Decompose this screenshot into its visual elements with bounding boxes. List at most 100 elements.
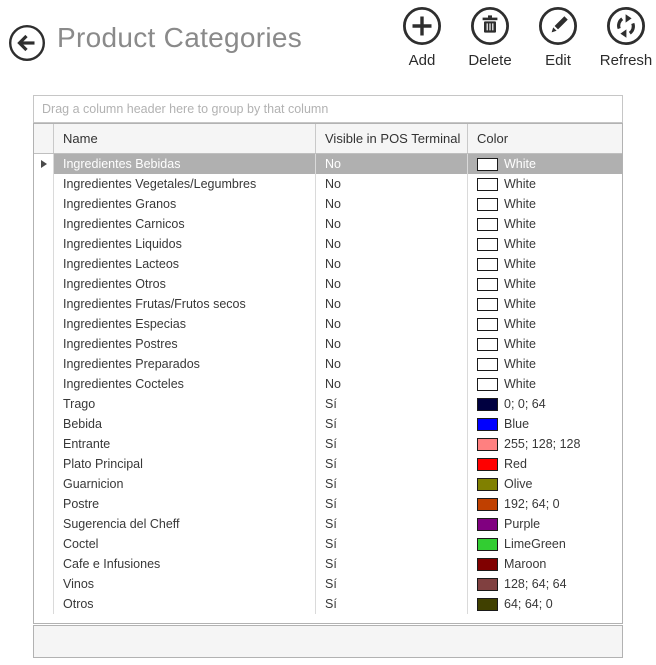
grid-row[interactable]: Bebida Sí Blue [34,414,622,434]
color-label: White [504,297,536,311]
cell-color: Olive [468,474,622,494]
cell-visible: No [316,174,468,194]
row-indicator-cell [34,394,54,414]
color-label: 192; 64; 0 [504,497,560,511]
grid-row[interactable]: Ingredientes Bebidas No White [34,154,622,174]
delete-button-label: Delete [468,52,512,69]
grid-row[interactable]: Plato Principal Sí Red [34,454,622,474]
add-button[interactable]: Add [392,5,452,69]
cell-name: Guarnicion [54,474,316,494]
pencil-circle-icon [537,5,579,50]
grid-row[interactable]: Ingredientes Postres No White [34,334,622,354]
cell-visible: Sí [316,574,468,594]
row-indicator-cell [34,474,54,494]
column-header-name[interactable]: Name [54,124,316,153]
cell-visible: Sí [316,494,468,514]
grid-row[interactable]: Entrante Sí 255; 128; 128 [34,434,622,454]
grid-header-row: Name Visible in POS Terminal Color [34,124,622,154]
product-categories-window: Product Categories Add Delete Edit Refre… [0,0,656,665]
cell-color: White [468,314,622,334]
column-header-color[interactable]: Color [468,124,622,153]
grid-row[interactable]: Trago Sí 0; 0; 64 [34,394,622,414]
grid-row[interactable]: Ingredientes Liquidos No White [34,234,622,254]
cell-visible: Sí [316,414,468,434]
color-swatch [477,237,498,251]
color-swatch [477,477,498,491]
cell-visible: No [316,214,468,234]
cell-visible: No [316,334,468,354]
grid-row[interactable]: Otros Sí 64; 64; 0 [34,594,622,614]
grid-row[interactable]: Sugerencia del Cheff Sí Purple [34,514,622,534]
grid-row[interactable]: Ingredientes Cocteles No White [34,374,622,394]
cell-color: White [468,254,622,274]
row-indicator-cell [34,354,54,374]
grid-row[interactable]: Ingredientes Lacteos No White [34,254,622,274]
color-label: White [504,197,536,211]
cell-name: Bebida [54,414,316,434]
grid-row[interactable]: Cafe e Infusiones Sí Maroon [34,554,622,574]
refresh-button[interactable]: Refresh [596,5,656,69]
cell-name: Entrante [54,434,316,454]
color-label: Olive [504,477,533,491]
grid-row[interactable]: Ingredientes Preparados No White [34,354,622,374]
grid-row[interactable]: Ingredientes Frutas/Frutos secos No Whit… [34,294,622,314]
cell-name: Coctel [54,534,316,554]
trash-circle-icon [469,5,511,50]
row-indicator-cell [34,434,54,454]
cell-name: Postre [54,494,316,514]
cell-color: Purple [468,514,622,534]
delete-button[interactable]: Delete [460,5,520,69]
color-swatch [477,357,498,371]
cell-name: Ingredientes Granos [54,194,316,214]
cell-color: White [468,334,622,354]
add-circle-icon [401,5,443,50]
cell-color: Blue [468,414,622,434]
color-swatch [477,377,498,391]
grid-row[interactable]: Ingredientes Carnicos No White [34,214,622,234]
row-indicator-cell [34,514,54,534]
cell-visible: No [316,254,468,274]
group-by-drop-zone[interactable]: Drag a column header here to group by th… [33,95,623,123]
cell-color: White [468,374,622,394]
cell-visible: Sí [316,534,468,554]
cell-color: 64; 64; 0 [468,594,622,614]
cell-color: White [468,174,622,194]
cell-name: Trago [54,394,316,414]
back-arrow-icon [8,25,46,65]
row-indicator-cell [34,534,54,554]
grid-row[interactable]: Ingredientes Vegetales/Legumbres No Whit… [34,174,622,194]
column-header-visible[interactable]: Visible in POS Terminal [316,124,468,153]
grid-row[interactable]: Guarnicion Sí Olive [34,474,622,494]
cell-name: Sugerencia del Cheff [54,514,316,534]
cell-visible: No [316,354,468,374]
color-swatch [477,157,498,171]
cell-name: Ingredientes Frutas/Frutos secos [54,294,316,314]
refresh-circle-icon [605,5,647,50]
grid-row[interactable]: Ingredientes Granos No White [34,194,622,214]
cell-visible: No [316,234,468,254]
cell-color: 0; 0; 64 [468,394,622,414]
color-label: White [504,177,536,191]
cell-visible: Sí [316,454,468,474]
edit-button[interactable]: Edit [528,5,588,69]
row-indicator-cell [34,454,54,474]
color-label: White [504,237,536,251]
cell-name: Plato Principal [54,454,316,474]
cell-name: Ingredientes Carnicos [54,214,316,234]
color-label: Maroon [504,557,547,571]
cell-visible: No [316,294,468,314]
grid-row[interactable]: Ingredientes Otros No White [34,274,622,294]
grid-row[interactable]: Postre Sí 192; 64; 0 [34,494,622,514]
grid-row[interactable]: Vinos Sí 128; 64; 64 [34,574,622,594]
grid-row[interactable]: Ingredientes Especias No White [34,314,622,334]
back-button[interactable] [8,24,46,62]
content-area: Drag a column header here to group by th… [33,95,623,658]
color-swatch [477,297,498,311]
page-title: Product Categories [57,22,303,53]
row-indicator-header-cell [34,124,54,153]
grid-row[interactable]: Coctel Sí LimeGreen [34,534,622,554]
color-label: White [504,377,536,391]
row-indicator-cell [34,314,54,334]
cell-name: Ingredientes Otros [54,274,316,294]
color-swatch [477,577,498,591]
